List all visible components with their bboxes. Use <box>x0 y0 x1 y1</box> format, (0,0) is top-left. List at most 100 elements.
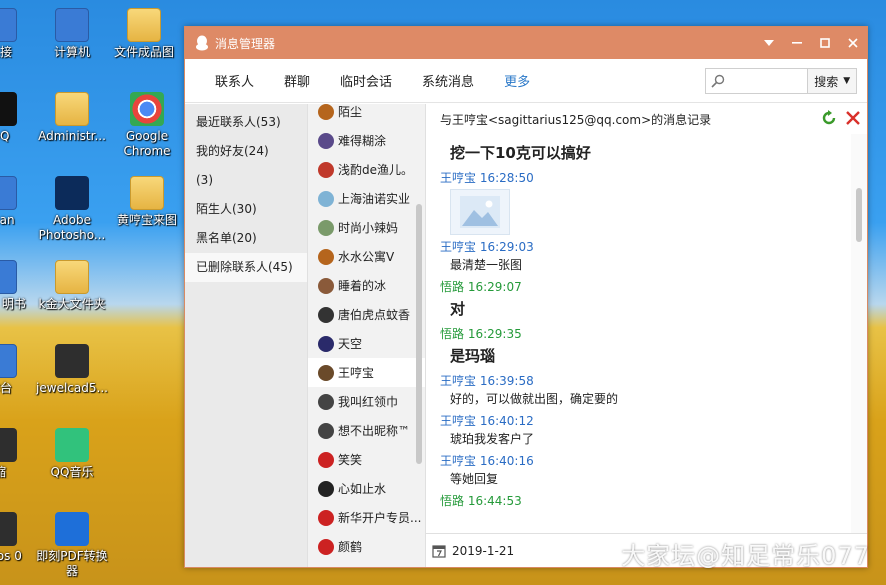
contact-name: 我叫红领巾 <box>338 395 399 409</box>
message-text: 最清楚一张图 <box>450 258 523 272</box>
message-meta: 王哼宝 16:40:12 <box>440 413 851 430</box>
contact-item[interactable]: 新华开户专员... <box>308 503 425 532</box>
desktop-icon[interactable]: Administr... <box>32 92 112 144</box>
minimize-button[interactable] <box>783 27 811 59</box>
contact-item[interactable]: 心如止水 <box>308 474 425 503</box>
refresh-icon[interactable] <box>821 110 837 126</box>
image-message-thumbnail[interactable] <box>450 189 510 235</box>
avatar <box>318 422 334 439</box>
calendar-icon[interactable] <box>432 544 446 558</box>
chevron-down-icon <box>764 40 774 46</box>
message-scroll-thumb[interactable] <box>856 188 862 242</box>
message-time: 16:29:35 <box>467 327 522 341</box>
menu-more[interactable]: 更多 <box>504 71 530 90</box>
close-button[interactable] <box>839 27 867 59</box>
message-text: 等她回复 <box>450 472 499 486</box>
folder-icon <box>55 260 89 294</box>
contact-item[interactable]: 上海油诺实业 <box>308 184 425 213</box>
contact-item[interactable]: 时尚小辣妈 <box>308 213 425 242</box>
contact-item[interactable]: 颜鹤 <box>308 532 425 561</box>
dropdown-menu-button[interactable] <box>755 27 783 59</box>
menu-system-messages[interactable]: 系统消息 <box>422 71 474 90</box>
desktop-icon[interactable]: 文件成品图 <box>104 8 184 60</box>
contact-name: 想不出昵称™ <box>338 424 411 438</box>
avatar <box>318 219 334 236</box>
contact-item[interactable]: 睡着的冰 <box>308 271 425 300</box>
contact-item[interactable]: 笑笑 <box>308 445 425 474</box>
folder-icon <box>127 8 161 42</box>
contact-item[interactable]: 水水公寓V <box>308 242 425 271</box>
contact-name: 上海油诺实业 <box>338 192 411 206</box>
contact-item[interactable]: 我叫红领巾 <box>308 387 425 416</box>
message-meta: 王哼宝 16:40:16 <box>440 453 851 470</box>
contact-item[interactable]: 浅酌de渔儿。 <box>308 155 425 184</box>
avatar <box>318 132 334 149</box>
desktop-icon[interactable]: 计算机 <box>32 8 112 60</box>
desktop-icon[interactable]: 即刻PDF转换器 <box>32 512 112 579</box>
maximize-button[interactable] <box>811 27 839 59</box>
category-unnamed[interactable]: (3) <box>185 166 307 195</box>
title-bar[interactable]: 消息管理器 <box>185 27 867 59</box>
avatar <box>318 364 334 381</box>
delete-icon[interactable] <box>845 110 861 126</box>
menu-group-chat[interactable]: 群聊 <box>284 71 310 90</box>
desktop-icon-label: jewelcad5... <box>36 381 108 395</box>
message-time: 16:44:53 <box>467 494 522 508</box>
message-scrollbar[interactable] <box>851 134 867 533</box>
message-text: 对 <box>450 300 466 318</box>
desktop-icon-label: Adobe Photosho... <box>38 213 106 242</box>
desktop-icon[interactable]: k金大文件夹 <box>32 260 112 312</box>
contact-scrollbar[interactable] <box>416 204 422 464</box>
desktop-icon[interactable]: Google Chrome <box>107 92 187 159</box>
qqm-icon <box>55 428 89 462</box>
contact-item[interactable]: 天空 <box>308 329 425 358</box>
avatar <box>318 190 334 207</box>
desktop-icon[interactable]: QQ音乐 <box>32 428 112 480</box>
window-title: 消息管理器 <box>215 36 276 51</box>
message-text: 是玛瑙 <box>450 347 496 365</box>
category-recent[interactable]: 最近联系人(53) <box>185 108 307 137</box>
pc-icon <box>0 344 17 378</box>
menu-temp-session[interactable]: 临时会话 <box>340 71 392 90</box>
menu-contacts[interactable]: 联系人 <box>215 71 254 90</box>
desktop-icon-label: 计算机 <box>53 45 90 59</box>
contact-item[interactable]: 唐伯虎点蚊香 <box>308 300 425 329</box>
contact-list: 陌尘难得糊涂 浅酌de渔儿。上海油诺实业 时尚小辣妈水水公寓V 睡着的冰唐伯虎点蚊香天… <box>307 104 425 567</box>
contact-name: 陌尘 <box>338 105 363 119</box>
category-strangers[interactable]: 陌生人(30) <box>185 195 307 224</box>
qq-penguin-icon <box>196 35 208 51</box>
contact-name: 笑笑 <box>338 453 363 467</box>
contact-name: 新华开户专员... <box>338 511 422 525</box>
chrome-icon <box>130 92 164 126</box>
message-meta: 王哼宝 16:39:58 <box>440 373 851 390</box>
contact-item[interactable]: 王哼宝 <box>308 358 425 387</box>
message-meta: 悟路 16:29:35 <box>440 326 851 343</box>
desktop-icon[interactable]: jewelcad5... <box>32 344 112 396</box>
minimize-icon <box>792 42 802 44</box>
message-time: 16:29:07 <box>467 280 522 294</box>
message-history-title: 与王哼宝<sagittarius125@qq.com>的消息记录 <box>440 112 712 127</box>
contact-name: 睡着的冰 <box>338 279 387 293</box>
watermark-text: 大家坛@知足常乐077 <box>621 542 870 570</box>
desktop-icon[interactable]: 黄哼宝来图 <box>107 176 187 228</box>
avatar <box>318 393 334 410</box>
category-blacklist[interactable]: 黑名单(20) <box>185 224 307 253</box>
contact-name: 时尚小辣妈 <box>338 221 399 235</box>
contact-item[interactable]: 难得糊涂 <box>308 126 425 155</box>
category-friends[interactable]: 我的好友(24) <box>185 137 307 166</box>
menu-bar: 联系人 群聊 临时会话 系统消息 更多 搜索 ▼ <box>185 59 867 103</box>
desktop-icon[interactable]: Adobe Photosho... <box>32 176 112 243</box>
category-list: 最近联系人(53) 我的好友(24) (3) 陌生人(30) 黑名单(20) 已… <box>185 104 307 567</box>
image-icon <box>460 196 500 228</box>
search-box: 搜索 ▼ <box>705 68 857 94</box>
search-input[interactable] <box>729 70 808 92</box>
message-sender: 悟路 <box>440 327 465 341</box>
search-button[interactable]: 搜索 ▼ <box>807 69 856 93</box>
desktop-icon-label: 即刻PDF转换器 <box>36 549 108 578</box>
maximize-icon <box>820 38 830 48</box>
category-deleted[interactable]: 已删除联系人(45) <box>185 253 307 282</box>
contact-item[interactable]: 想不出昵称™ <box>308 416 425 445</box>
contact-item[interactable]: 陌尘 <box>308 104 425 126</box>
avatar <box>318 248 334 265</box>
desktop-icon-label: 黄哼宝来图 <box>116 213 177 227</box>
